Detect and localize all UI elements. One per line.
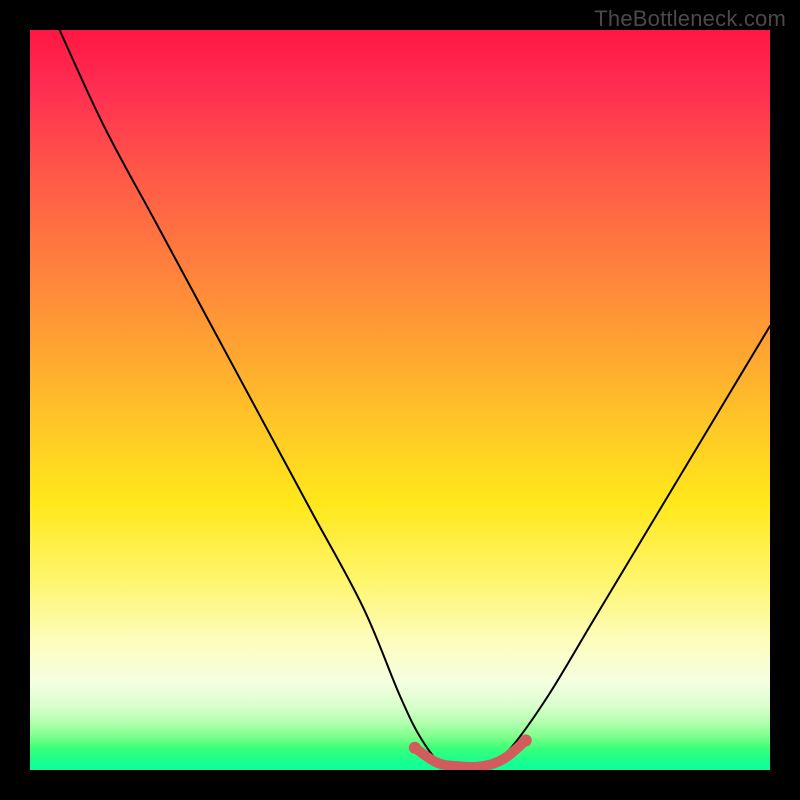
bottleneck-curve-line [60, 30, 770, 770]
highlight-end-dot [520, 734, 532, 746]
chart-plot-area [30, 30, 770, 770]
chart-svg [30, 30, 770, 770]
highlight-flat-line [415, 740, 526, 767]
highlight-start-dot [409, 742, 421, 754]
watermark-text: TheBottleneck.com [594, 6, 786, 32]
chart-frame: TheBottleneck.com [0, 0, 800, 800]
